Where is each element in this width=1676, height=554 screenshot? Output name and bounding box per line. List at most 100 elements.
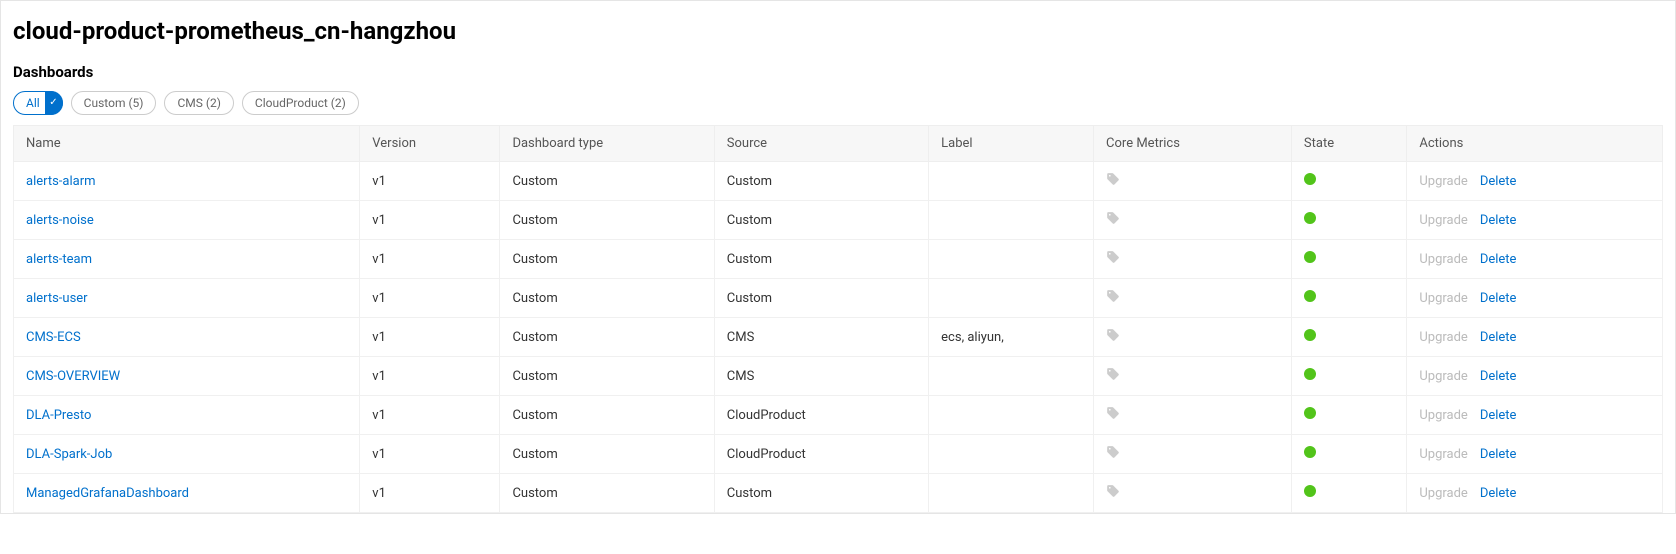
dashboard-name-link[interactable]: DLA-Spark-Job: [26, 447, 112, 462]
state-dot-icon: [1304, 446, 1316, 458]
cell-state: [1291, 396, 1406, 435]
dashboard-name-link[interactable]: alerts-team: [26, 252, 92, 267]
cell-state: [1291, 318, 1406, 357]
col-header-core: Core Metrics: [1094, 126, 1292, 162]
filter-chip-cloudproduct-2[interactable]: CloudProduct (2): [242, 91, 359, 115]
cell-state: [1291, 474, 1406, 513]
cell-source: CMS: [714, 318, 928, 357]
dashboard-name-link[interactable]: alerts-noise: [26, 213, 94, 228]
cell-type: Custom: [500, 201, 714, 240]
check-icon: ✓: [49, 98, 57, 108]
col-header-source: Source: [714, 126, 928, 162]
tag-icon[interactable]: [1106, 328, 1120, 342]
cell-core-metrics: [1094, 474, 1292, 513]
delete-button[interactable]: Delete: [1480, 252, 1517, 267]
upgrade-button: Upgrade: [1419, 174, 1467, 189]
cell-core-metrics: [1094, 240, 1292, 279]
cell-version: v1: [360, 474, 500, 513]
delete-button[interactable]: Delete: [1480, 447, 1517, 462]
cell-label: ecs, aliyun,: [929, 318, 1094, 357]
section-title: Dashboards: [13, 63, 1663, 81]
page-title: cloud-product-prometheus_cn-hangzhou: [13, 17, 1663, 45]
filter-chip-label: CMS (2): [177, 95, 220, 111]
cell-core-metrics: [1094, 279, 1292, 318]
filter-chip-cms-2[interactable]: CMS (2): [164, 91, 233, 115]
delete-button[interactable]: Delete: [1480, 213, 1517, 228]
cell-type: Custom: [500, 396, 714, 435]
cell-label: [929, 201, 1094, 240]
upgrade-button: Upgrade: [1419, 369, 1467, 384]
cell-actions: Upgrade Delete: [1407, 240, 1663, 279]
cell-core-metrics: [1094, 435, 1292, 474]
cell-core-metrics: [1094, 201, 1292, 240]
upgrade-button: Upgrade: [1419, 408, 1467, 423]
filter-chip-label: All: [26, 95, 40, 111]
upgrade-button: Upgrade: [1419, 447, 1467, 462]
cell-version: v1: [360, 435, 500, 474]
dashboard-name-link[interactable]: ManagedGrafanaDashboard: [26, 486, 189, 501]
cell-source: CloudProduct: [714, 396, 928, 435]
filter-chips: All ✓ Custom (5) CMS (2) CloudProduct (2): [13, 91, 1663, 115]
cell-actions: Upgrade Delete: [1407, 201, 1663, 240]
cell-version: v1: [360, 318, 500, 357]
tag-icon[interactable]: [1106, 406, 1120, 420]
state-dot-icon: [1304, 251, 1316, 263]
tag-icon[interactable]: [1106, 250, 1120, 264]
filter-chip-all[interactable]: All ✓: [13, 91, 63, 115]
tag-icon[interactable]: [1106, 367, 1120, 381]
tag-icon[interactable]: [1106, 289, 1120, 303]
upgrade-button: Upgrade: [1419, 486, 1467, 501]
cell-source: Custom: [714, 279, 928, 318]
cell-type: Custom: [500, 357, 714, 396]
delete-button[interactable]: Delete: [1480, 330, 1517, 345]
cell-core-metrics: [1094, 162, 1292, 201]
upgrade-button: Upgrade: [1419, 330, 1467, 345]
cell-actions: Upgrade Delete: [1407, 162, 1663, 201]
cell-version: v1: [360, 396, 500, 435]
cell-state: [1291, 201, 1406, 240]
dashboard-name-link[interactable]: alerts-alarm: [26, 174, 96, 189]
delete-button[interactable]: Delete: [1480, 486, 1517, 501]
delete-button[interactable]: Delete: [1480, 408, 1517, 423]
cell-core-metrics: [1094, 318, 1292, 357]
filter-chip-label: CloudProduct (2): [255, 95, 346, 111]
tag-icon[interactable]: [1106, 172, 1120, 186]
cell-actions: Upgrade Delete: [1407, 318, 1663, 357]
cell-state: [1291, 162, 1406, 201]
state-dot-icon: [1304, 329, 1316, 341]
delete-button[interactable]: Delete: [1480, 369, 1517, 384]
filter-chip-custom-5[interactable]: Custom (5): [71, 91, 157, 115]
cell-version: v1: [360, 162, 500, 201]
dashboard-name-link[interactable]: DLA-Presto: [26, 408, 91, 423]
table-row: alerts-userv1CustomCustomUpgradeDelete: [14, 279, 1663, 318]
table-row: DLA-Presto v1CustomCloudProduct Upgrade Del…: [14, 396, 1663, 435]
col-header-type: Dashboard type: [500, 126, 714, 162]
cell-label: [929, 162, 1094, 201]
table-row: DLA-Spark-Jobv1CustomCloudProductUpgrade…: [14, 435, 1663, 474]
cell-label: [929, 279, 1094, 318]
col-header-name: Name: [14, 126, 360, 162]
cell-source: Custom: [714, 240, 928, 279]
cell-core-metrics: [1094, 396, 1292, 435]
cell-type: Custom: [500, 279, 714, 318]
cell-state: [1291, 240, 1406, 279]
dashboard-name-link[interactable]: alerts-user: [26, 291, 88, 306]
cell-source: Custom: [714, 474, 928, 513]
cell-actions: Upgrade Delete: [1407, 396, 1663, 435]
cell-actions: Upgrade Delete: [1407, 474, 1663, 513]
cell-label: [929, 396, 1094, 435]
cell-label: [929, 357, 1094, 396]
dashboard-name-link[interactable]: CMS-OVERVIEW: [26, 369, 120, 384]
cell-version: v1: [360, 279, 500, 318]
delete-button[interactable]: Delete: [1480, 174, 1517, 189]
upgrade-button: Upgrade: [1419, 213, 1467, 228]
cell-source: CloudProduct: [714, 435, 928, 474]
dashboard-name-link[interactable]: CMS-ECS: [26, 330, 81, 345]
tag-icon[interactable]: [1106, 484, 1120, 498]
cell-version: v1: [360, 357, 500, 396]
upgrade-button: Upgrade: [1419, 252, 1467, 267]
delete-button[interactable]: Delete: [1480, 291, 1517, 306]
tag-icon[interactable]: [1106, 445, 1120, 459]
cell-type: Custom: [500, 318, 714, 357]
tag-icon[interactable]: [1106, 211, 1120, 225]
